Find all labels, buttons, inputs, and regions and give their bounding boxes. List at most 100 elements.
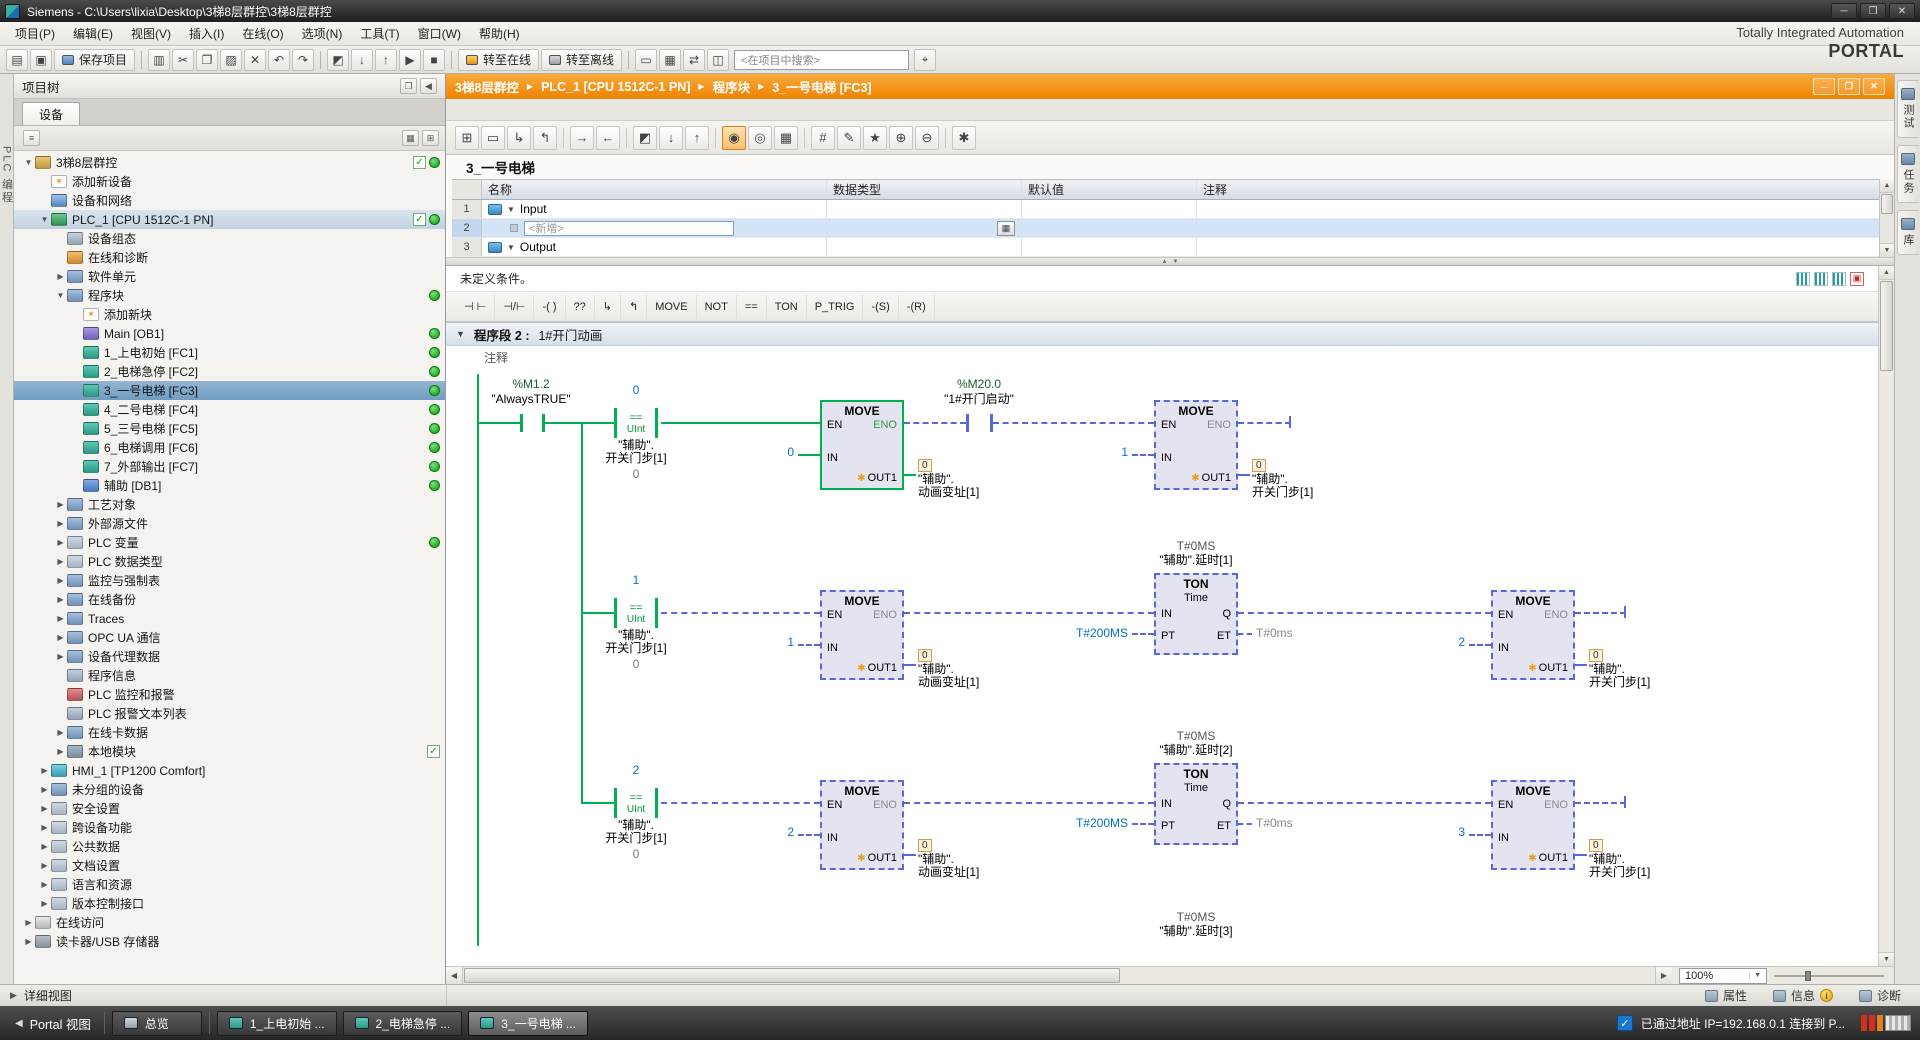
- move-block[interactable]: MOVE EN ENO IN ✱ OUT1: [820, 780, 904, 870]
- expand-arrow[interactable]: [54, 728, 67, 737]
- tree-item[interactable]: 文档设置: [14, 856, 445, 875]
- expand-arrow[interactable]: [38, 823, 51, 832]
- detail-view-bar[interactable]: ▶ 详细视图: [0, 985, 447, 1006]
- expand-arrow[interactable]: [54, 652, 67, 661]
- overview-button[interactable]: 总览: [111, 1010, 202, 1036]
- project-search-input[interactable]: <在项目中搜索>: [734, 49, 910, 70]
- start-cpu-icon[interactable]: ▶: [399, 48, 422, 71]
- tree-item[interactable]: PLC 监控和报警: [14, 685, 445, 704]
- add-empty-box-icon[interactable]: ▭: [481, 125, 505, 150]
- cut-icon[interactable]: ✂: [172, 48, 195, 71]
- interface-row-new[interactable]: 2 <新增> ▦: [452, 219, 1879, 238]
- ton-block[interactable]: TON Time IN Q PT ET: [1154, 573, 1238, 655]
- breadcrumb-item[interactable]: 3梯8层群控: [455, 77, 519, 96]
- save-project-button[interactable]: 保存项目: [54, 48, 136, 71]
- open-editor-button[interactable]: 2_电梯急停 ...: [342, 1010, 463, 1036]
- coil-tool[interactable]: -( ): [534, 294, 566, 319]
- tree-item[interactable]: 4_二号电梯 [FC4]: [14, 400, 445, 419]
- ptrig-tool[interactable]: P_TRIG: [807, 294, 864, 319]
- goto-prev-icon[interactable]: ←: [596, 125, 620, 150]
- network-header[interactable]: ▼ 程序段 2 : 1#开门动画: [446, 322, 1878, 346]
- tree-item[interactable]: 3_一号电梯 [FC3]: [14, 381, 445, 400]
- go-online-button[interactable]: 转至在线: [458, 48, 540, 71]
- tree-item[interactable]: PLC 报警文本列表: [14, 704, 445, 723]
- input-value[interactable]: 1: [1090, 445, 1128, 459]
- ton-tool[interactable]: TON: [767, 294, 807, 319]
- tree-item[interactable]: 软件单元: [14, 267, 445, 286]
- tree-item[interactable]: 监控与强制表: [14, 571, 445, 590]
- scroll-thumb[interactable]: [1880, 281, 1893, 371]
- tree-item[interactable]: 在线访问: [14, 913, 445, 932]
- network-comment[interactable]: 注释: [446, 346, 1878, 368]
- scroll-thumb[interactable]: [1881, 194, 1893, 214]
- comments-icon[interactable]: ✎: [837, 125, 861, 150]
- delete-icon[interactable]: ✕: [244, 48, 267, 71]
- portal-view-button[interactable]: ◀ Portal 视图: [9, 1014, 97, 1033]
- pane-splitter[interactable]: ▲ ▼: [446, 257, 1894, 266]
- tree-item[interactable]: PLC 变量: [14, 533, 445, 552]
- tree-item[interactable]: 在线备份: [14, 590, 445, 609]
- open-branch-icon[interactable]: ↳: [507, 125, 531, 150]
- expand-arrow[interactable]: [54, 576, 67, 585]
- snapshot-icon[interactable]: ▦: [774, 125, 798, 150]
- go-offline-button[interactable]: 转至离线: [541, 48, 623, 71]
- move-block[interactable]: MOVE EN ENO IN ✱ OUT1: [1154, 400, 1238, 490]
- dest-operand[interactable]: 0 "辅助". 开关门步[1]: [1252, 458, 1313, 499]
- input-value[interactable]: 1: [756, 635, 794, 649]
- tree-item[interactable]: 未分组的设备: [14, 780, 445, 799]
- expand-arrow[interactable]: [38, 842, 51, 851]
- interface-row-input[interactable]: 1 ▼ Input: [452, 200, 1879, 219]
- monitoring-on-icon[interactable]: ◉: [722, 125, 746, 150]
- operand[interactable]: 开关门步[1]: [566, 642, 706, 655]
- sequence-icon[interactable]: [1814, 271, 1828, 286]
- absolute-operands-icon[interactable]: #: [811, 125, 835, 150]
- paste-icon[interactable]: ▨: [220, 48, 243, 71]
- close-button[interactable]: ✕: [1889, 3, 1915, 19]
- menu-item[interactable]: 选项(N): [293, 22, 352, 45]
- datatype-picker-button[interactable]: ▦: [997, 220, 1015, 236]
- expand-arrow[interactable]: [54, 614, 67, 623]
- menu-item[interactable]: 视图(V): [122, 22, 180, 45]
- upload-block-icon[interactable]: ↑: [685, 125, 709, 150]
- network-collapse-icon[interactable]: ▼: [456, 329, 465, 339]
- scroll-up-icon[interactable]: ▲: [1879, 266, 1894, 280]
- open-branch-tool[interactable]: ↳: [595, 294, 621, 319]
- menu-item[interactable]: 在线(O): [233, 22, 292, 45]
- expand-arrow[interactable]: [38, 785, 51, 794]
- dest-operand[interactable]: 0 "辅助". 动画变址[1]: [918, 838, 979, 879]
- operand[interactable]: 开关门步[1]: [566, 832, 706, 845]
- collapse-panel-icon[interactable]: ◀: [420, 78, 437, 94]
- collapse-networks-icon[interactable]: ⊖: [915, 125, 939, 150]
- move-tool[interactable]: MOVE: [647, 294, 697, 319]
- upload-icon[interactable]: ↑: [375, 48, 398, 71]
- expand-arrow[interactable]: [54, 519, 67, 528]
- open-editor-button[interactable]: 1_上电初始 ...: [216, 1010, 337, 1036]
- move-block[interactable]: MOVE EN ENO IN ✱ OUT1: [1491, 780, 1575, 870]
- float-panel-icon[interactable]: ❐: [400, 78, 417, 94]
- minimize-button[interactable]: ─: [1831, 3, 1857, 19]
- expand-arrow[interactable]: [54, 557, 67, 566]
- expand-arrow[interactable]: [54, 633, 67, 642]
- compare-contact[interactable]: == UInt: [614, 598, 658, 628]
- menu-item[interactable]: 插入(I): [180, 22, 233, 45]
- contact[interactable]: [966, 414, 969, 432]
- reset-coil-tool[interactable]: -(R): [899, 294, 935, 319]
- contact-name[interactable]: "1#开门启动": [919, 392, 1039, 407]
- dest-operand[interactable]: 0 "辅助". 动画变址[1]: [918, 458, 979, 499]
- menu-item[interactable]: 帮助(H): [470, 22, 529, 45]
- favorites-icon[interactable]: ★: [863, 125, 887, 150]
- tree-item[interactable]: 外部源文件: [14, 514, 445, 533]
- expand-arrow[interactable]: [38, 880, 51, 889]
- pt-value[interactable]: T#200MS: [1046, 816, 1128, 830]
- contact[interactable]: [520, 414, 523, 432]
- operand[interactable]: 开关门步[1]: [566, 452, 706, 465]
- tree-item[interactable]: PLC 数据类型: [14, 552, 445, 571]
- copy-icon[interactable]: ❐: [196, 48, 219, 71]
- tree-item[interactable]: 添加新设备: [14, 172, 445, 191]
- menu-item[interactable]: 窗口(W): [409, 22, 470, 45]
- scroll-up-icon[interactable]: ▲: [1880, 179, 1894, 193]
- interface-scrollbar[interactable]: ▲ ▼: [1879, 179, 1894, 257]
- ladder-canvas[interactable]: %M1.2 "AlwaysTRUE" 0 == UInt "辅助". 开关门步[…: [446, 368, 1878, 966]
- tree-item[interactable]: 6_电梯调用 [FC6]: [14, 438, 445, 457]
- set-coil-tool[interactable]: -(S): [863, 294, 899, 319]
